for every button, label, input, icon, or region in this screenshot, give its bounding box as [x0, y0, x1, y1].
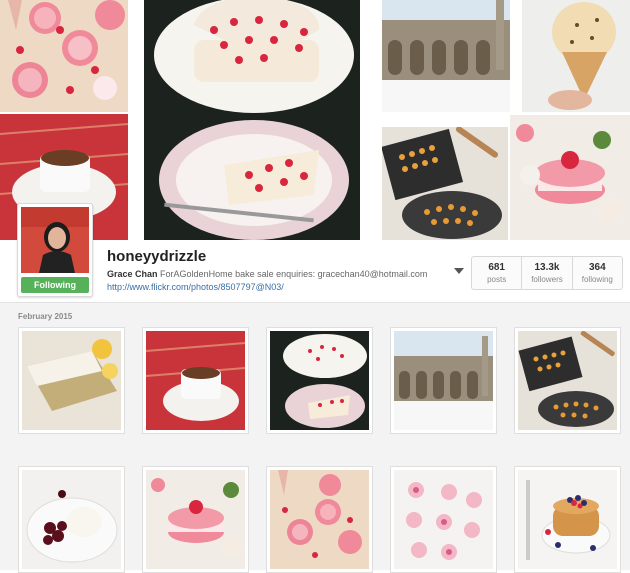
bio: Grace Chan ForAGoldenHome bake sale enqu…	[107, 269, 427, 279]
feed-photo-macaron[interactable]	[142, 466, 249, 573]
feed-photo-heart-cookies[interactable]	[390, 466, 497, 573]
stat-value: 681	[488, 262, 505, 273]
feed-photo-cheesecake[interactable]	[266, 327, 373, 434]
stat-following[interactable]: 364 following	[573, 257, 622, 289]
header-photo-mosaic	[0, 0, 630, 240]
pancakes-image	[518, 470, 617, 569]
coffee-cup-image	[146, 331, 245, 430]
stat-value: 13.3k	[534, 262, 560, 273]
stat-label: followers	[531, 275, 563, 284]
cheesecake-image	[144, 0, 360, 240]
chevron-down-icon[interactable]	[454, 268, 464, 274]
macaron-raspberry-image	[510, 115, 630, 240]
following-button[interactable]: Following	[21, 277, 89, 293]
macarons-thumb-image	[270, 470, 369, 569]
mosaic-photo-macarons[interactable]	[0, 0, 128, 112]
stat-posts[interactable]: 681 posts	[472, 257, 523, 289]
lemon-cake-image	[22, 331, 121, 430]
website-link[interactable]: http://www.flickr.com/photos/8507797@N03…	[107, 282, 284, 292]
feed-photo-mosque[interactable]	[390, 327, 497, 434]
cookies-image	[382, 127, 508, 240]
macarons-image	[0, 0, 128, 112]
ice-cream-image	[522, 0, 630, 112]
feed-photo-cookies[interactable]	[514, 327, 621, 434]
stat-label: following	[581, 275, 613, 284]
feed-photo-pancakes[interactable]	[514, 466, 621, 573]
mosaic-photo-cheesecake[interactable]	[144, 0, 360, 240]
avatar-image	[21, 207, 89, 273]
avatar[interactable]	[21, 207, 89, 273]
photo-feed: February 2015	[0, 302, 630, 573]
mosaic-photo-cookies[interactable]	[382, 127, 508, 240]
full-name: Grace Chan	[107, 269, 158, 279]
mosaic-photo-ice-cream[interactable]	[522, 0, 630, 112]
feed-photo-panna-cotta[interactable]	[18, 466, 125, 573]
feed-photo-coffee[interactable]	[142, 327, 249, 434]
feed-photo-lemon-cake[interactable]	[18, 327, 125, 434]
panna-cotta-image	[22, 470, 121, 569]
month-label: February 2015	[18, 312, 73, 321]
heart-cookies-image	[394, 470, 493, 569]
profile-card: Following	[17, 203, 93, 297]
mosaic-photo-mosque[interactable]	[382, 0, 510, 112]
macaron-thumb-image	[146, 470, 245, 569]
bio-text: ForAGoldenHome bake sale enquiries: grac…	[160, 269, 428, 279]
mosque-image	[382, 0, 510, 112]
mosaic-photo-macaron-raspberry[interactable]	[510, 115, 630, 240]
stat-value: 364	[588, 262, 606, 273]
username: honeyydrizzle	[107, 248, 207, 265]
cheesecake-thumb-image	[270, 331, 369, 430]
stat-label: posts	[487, 275, 507, 284]
mosque-thumb-image	[394, 331, 493, 430]
profile-stats: 681 posts 13.3k followers 364 following	[471, 256, 623, 290]
feed-photo-macarons[interactable]	[266, 466, 373, 573]
cookies-thumb-image	[518, 331, 617, 430]
stat-followers[interactable]: 13.3k followers	[522, 257, 573, 289]
